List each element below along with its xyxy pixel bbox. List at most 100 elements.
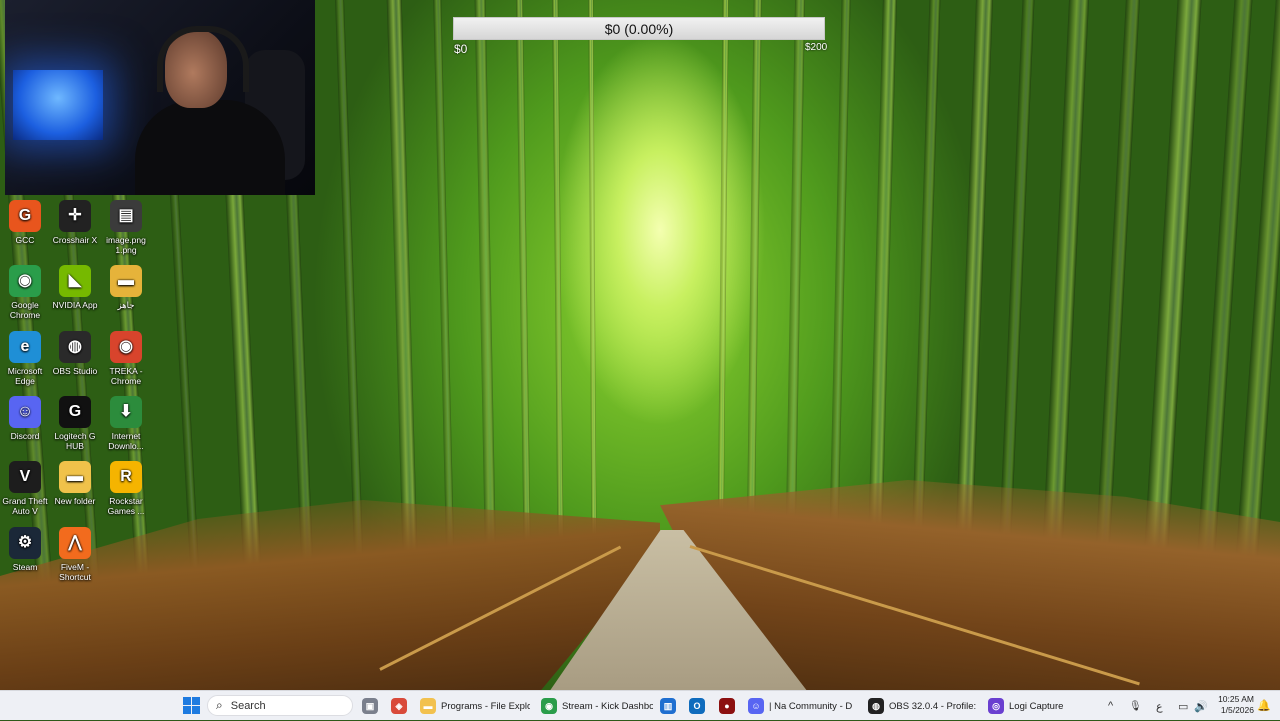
- webcam-person-body: [135, 100, 285, 195]
- desktop-icon-logitech-g-hub[interactable]: G Logitech G HUB: [50, 396, 100, 451]
- desktop-icon-fivem[interactable]: ⋀ FiveM - Shortcut: [50, 527, 100, 582]
- microphone-icon: 🎙: [1129, 700, 1142, 712]
- folder-arabic-icon: ▬: [110, 265, 142, 297]
- desktop-icon-google-chrome[interactable]: ◉ Google Chrome: [0, 265, 50, 320]
- taskbar-clock[interactable]: 10:25 AM 1/5/2026: [1212, 694, 1254, 716]
- desktop-icon-label: NVIDIA App: [52, 300, 98, 310]
- desktop-icon-steam[interactable]: ⚙ Steam: [0, 527, 50, 572]
- taskbar-app-file-explorer[interactable]: ▬ Programs - File Explorer: [420, 695, 530, 717]
- desktop-icon-label: Microsoft Edge: [7, 366, 43, 386]
- volume-icon: 🔊: [1194, 700, 1208, 713]
- desktop-icon-gcc[interactable]: G GCC: [0, 200, 50, 245]
- app-multi-icon: ◈: [391, 698, 407, 714]
- app-outlook-icon: O: [689, 698, 705, 714]
- search-placeholder: Search: [230, 699, 266, 712]
- logitech-g-hub-icon: G: [59, 396, 91, 428]
- new-folder-icon: ▬: [59, 461, 91, 493]
- desktop-icon-image-png[interactable]: ▤ image.png 1.png: [101, 200, 151, 255]
- taskbar-search[interactable]: ⌕ Search: [207, 695, 353, 716]
- desktop-icon-label: Discord: [10, 431, 40, 441]
- tray-overflow-chevron[interactable]: ^: [1108, 691, 1113, 721]
- desktop-icon-internet-download[interactable]: ⬇ Internet Downlo...: [101, 396, 151, 451]
- chevron-up-icon: ^: [1108, 700, 1114, 712]
- desktop-icon-treka-chrome[interactable]: ◉ TREKA - Chrome: [101, 331, 151, 386]
- taskbar-app-app-generic[interactable]: ▣: [362, 695, 382, 717]
- desktop-icon-new-folder[interactable]: ▬ New folder: [50, 461, 100, 506]
- taskbar-app-discord-community[interactable]: ☺ | Na Community - D: [748, 695, 853, 717]
- desktop-icon-label: TREKA - Chrome: [109, 366, 143, 386]
- language-indicator: ع: [1156, 700, 1163, 713]
- taskbar-app-app-blue[interactable]: ▥: [660, 695, 680, 717]
- crosshair-x-icon: ✛: [59, 200, 91, 232]
- desktop-icon-gta-v[interactable]: V Grand Theft Auto V: [0, 461, 50, 516]
- windows-logo-icon-part: [183, 706, 191, 714]
- taskbar-app-app-red[interactable]: ●: [719, 695, 739, 717]
- windows-logo-icon: [183, 697, 191, 705]
- desktop-icon-crosshair-x[interactable]: ✛ Crosshair X: [50, 200, 100, 245]
- bamboo-stalk: [433, 0, 455, 591]
- desktop-icon-label: Google Chrome: [9, 300, 41, 320]
- donation-goal-min: $0: [454, 42, 468, 56]
- taskbar-app-label: Stream - Kick Dashboar: [562, 700, 653, 712]
- microsoft-edge-icon: e: [9, 331, 41, 363]
- desktop-icon-label: Rockstar Games ...: [107, 496, 145, 516]
- logi-capture-icon: ◎: [988, 698, 1004, 714]
- taskbar-app-chrome-kick[interactable]: ◉ Stream - Kick Dashboar: [541, 695, 653, 717]
- clock-time: 10:25 AM: [1218, 694, 1254, 704]
- start-button[interactable]: [183, 697, 200, 714]
- app-blue-icon: ▥: [660, 698, 676, 714]
- desktop-icon-discord[interactable]: ☺ Discord: [0, 396, 50, 441]
- taskbar-app-app-outlook[interactable]: O: [689, 695, 709, 717]
- desktop-icon-label: image.png 1.png: [106, 235, 146, 255]
- desktop-icon-label: OBS Studio: [52, 366, 98, 376]
- network-icon: ▭: [1178, 700, 1189, 713]
- taskbar-app-app-multi[interactable]: ◈: [391, 695, 411, 717]
- notification-bell-icon[interactable]: 🔔: [1257, 699, 1271, 712]
- internet-download-icon: ⬇: [110, 396, 142, 428]
- webcam-headset: [157, 26, 249, 92]
- desktop-icon-rockstar-games[interactable]: R Rockstar Games ...: [101, 461, 151, 516]
- bamboo-stalk: [386, 0, 419, 591]
- desktop-icon-obs-studio[interactable]: ◍ OBS Studio: [50, 331, 100, 376]
- gcc-icon: G: [9, 200, 41, 232]
- desktop-icon-label: جاهز: [117, 300, 135, 310]
- desktop-icons: G GCC ✛ Crosshair X ▤ image.png 1.png ◉ Google …: [0, 200, 160, 660]
- bamboo-stalk: [474, 0, 497, 591]
- desktop-icon-microsoft-edge[interactable]: e Microsoft Edge: [0, 331, 50, 386]
- taskbar-app-logi-capture[interactable]: ◎ Logi Capture: [988, 695, 1068, 717]
- image-png-icon: ▤: [110, 200, 142, 232]
- windows-logo-icon-part: [192, 697, 200, 705]
- desktop-icon-label: Logitech G HUB: [54, 431, 96, 451]
- desktop-icon-label: Grand Theft Auto V: [2, 496, 48, 516]
- obs-studio-icon: ◍: [59, 331, 91, 363]
- taskbar: ⌕ Search ▣ ◈ ▬ Programs - File Explorer ◉ Str…: [0, 690, 1280, 720]
- webcam-monitor-glow: [13, 70, 103, 140]
- steam-icon: ⚙: [9, 527, 41, 559]
- tray-volume[interactable]: 🔊: [1194, 691, 1208, 721]
- taskbar-app-obs-studio[interactable]: ◍ OBS 32.0.4 - Profile: Unt: [868, 695, 976, 717]
- nvidia-app-icon: ◣: [59, 265, 91, 297]
- desktop-icon-label: Crosshair X: [52, 235, 98, 245]
- app-generic-icon: ▣: [362, 698, 378, 714]
- desktop-icon-label: New folder: [54, 496, 96, 506]
- donation-goal-text: $0 (0.00%): [604, 20, 674, 37]
- desktop-icon-label: Internet Downlo...: [108, 431, 144, 451]
- fivem-icon: ⋀: [59, 527, 91, 559]
- tray-language[interactable]: ع: [1156, 691, 1163, 721]
- clock-date: 1/5/2026: [1220, 705, 1254, 715]
- search-icon: ⌕: [216, 698, 223, 712]
- tray-mic[interactable]: 🎙: [1129, 691, 1142, 721]
- desktop-icon-label: Steam: [12, 562, 38, 572]
- bamboo-stalk: [552, 0, 564, 591]
- desktop-icon-nvidia-app[interactable]: ◣ NVIDIA App: [50, 265, 100, 310]
- gta-v-icon: V: [9, 461, 41, 493]
- tray-network[interactable]: ▭: [1178, 691, 1188, 721]
- desktop-icon-folder-arabic[interactable]: ▬ جاهز: [101, 265, 151, 310]
- desktop-icon-label: FiveM - Shortcut: [59, 562, 91, 582]
- taskbar-app-label: | Na Community - D: [769, 700, 853, 712]
- bamboo-stalk: [515, 0, 532, 591]
- chrome-kick-icon: ◉: [541, 698, 557, 714]
- taskbar-app-label: Programs - File Explorer: [441, 700, 530, 712]
- file-explorer-icon: ▬: [420, 698, 436, 714]
- windows-logo-icon-part: [192, 706, 200, 714]
